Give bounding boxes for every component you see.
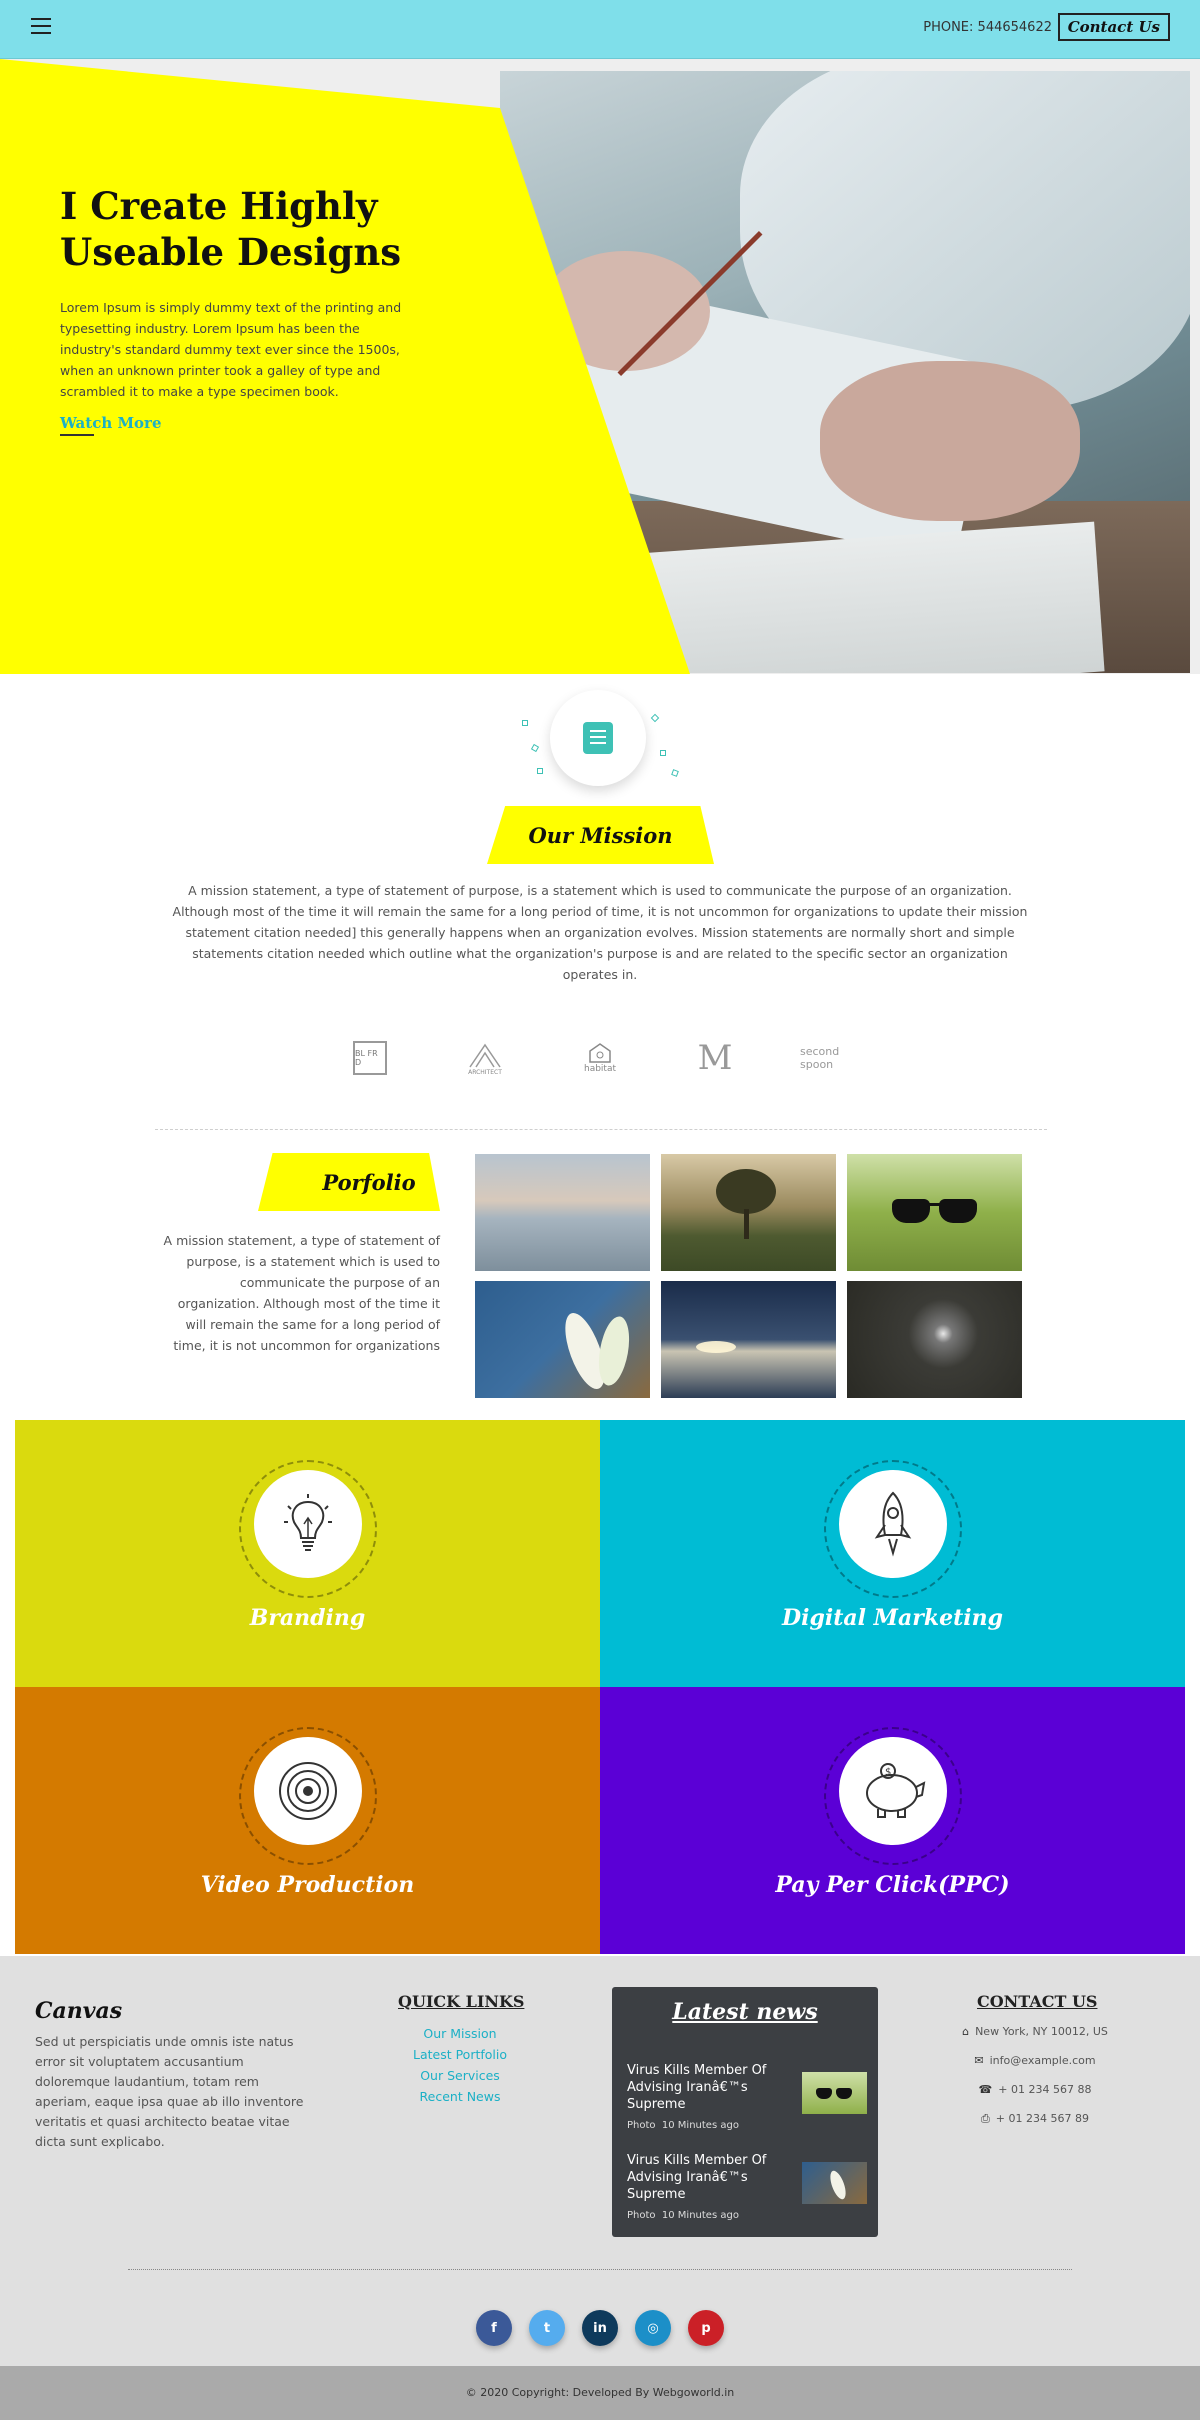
piggy-bank-icon: $: [838, 1737, 947, 1845]
logo-mv-icon: M: [697, 1038, 733, 1078]
news-meta: Photo 10 Minutes ago: [627, 2210, 739, 2221]
facebook-icon[interactable]: f: [476, 2310, 512, 2346]
footer-divider: [128, 2269, 1072, 2270]
contact-us-heading: CONTACT US: [977, 1992, 1098, 2011]
service-ppc[interactable]: $ Pay Per Click(PPC): [600, 1687, 1185, 1954]
logo-blrd-icon: BL FR D: [340, 1035, 400, 1081]
news-item[interactable]: Virus Kills Member Of Advising Iranâ€™s …: [627, 2062, 867, 2142]
top-header: PHONE: 544654622 Contact Us: [0, 0, 1200, 59]
contact-email[interactable]: ✉ info@example.com: [930, 2054, 1140, 2067]
contact-fax: ⎙ + 01 234 567 89: [980, 2112, 1089, 2125]
portfolio-thumb-flowers[interactable]: [475, 1281, 650, 1398]
news-headline[interactable]: Virus Kills Member Of Advising Iranâ€™s …: [627, 2152, 777, 2203]
lightbulb-icon: [253, 1470, 362, 1578]
linkedin-icon[interactable]: in: [582, 2310, 618, 2346]
section-divider: [155, 1129, 1047, 1130]
hero-section: I Create Highly Useable Designs Lorem Ip…: [0, 59, 1200, 674]
latest-news-box: Latest news Virus Kills Member Of Advisi…: [612, 1987, 878, 2237]
portfolio-thumb-sunset-sea[interactable]: [475, 1154, 650, 1271]
portfolio-thumb-moon[interactable]: [847, 1281, 1022, 1398]
pinterest-icon[interactable]: p: [688, 2310, 724, 2346]
latest-news-title: Latest news: [672, 1999, 818, 2025]
quick-link-our-mission[interactable]: Our Mission: [380, 2026, 540, 2041]
portfolio-title: Porfolio: [322, 1169, 416, 1195]
service-video-production[interactable]: Video Production: [15, 1687, 600, 1954]
copyright-bar: © 2020 Copyright: Developed By Webgoworl…: [0, 2366, 1200, 2420]
service-branding[interactable]: Branding: [15, 1420, 600, 1687]
hero-text: Lorem Ipsum is simply dummy text of the …: [60, 300, 402, 399]
watch-more-link[interactable]: Watch More: [60, 414, 162, 436]
mission-tag: Our Mission: [487, 806, 714, 864]
phone-number: 544654622: [977, 20, 1052, 35]
contact-phone: ☎ + 01 234 567 88: [978, 2083, 1092, 2096]
mission-circle: [550, 690, 646, 786]
phone-info: PHONE: 544654622: [923, 20, 1052, 35]
twitter-icon[interactable]: t: [529, 2310, 565, 2346]
footer: Canvas Sed ut perspiciatis unde omnis is…: [0, 1956, 1200, 2366]
portfolio-thumb-night-lake[interactable]: [661, 1281, 836, 1398]
logo-second-spoon-icon: second spoon: [800, 1045, 840, 1071]
quick-link-our-services[interactable]: Our Services: [380, 2068, 540, 2083]
home-icon: ⌂: [962, 2025, 970, 2038]
service-ppc-title: Pay Per Click(PPC): [775, 1872, 1010, 1898]
news-headline[interactable]: Virus Kills Member Of Advising Iranâ€™s …: [627, 2062, 777, 2113]
instagram-icon[interactable]: ◎: [635, 2310, 671, 2346]
contact-us-button[interactable]: Contact Us: [1057, 13, 1170, 41]
mission-title: Our Mission: [528, 822, 673, 848]
footer-brand-title: Canvas: [35, 1998, 123, 2024]
service-digital-marketing-title: Digital Marketing: [782, 1605, 1003, 1631]
copyright-text: © 2020 Copyright: Developed By Webgoworl…: [465, 2386, 735, 2399]
portfolio-text: A mission statement, a type of statement…: [163, 1233, 440, 1353]
hamburger-menu-icon[interactable]: [31, 18, 51, 36]
portfolio-thumb-tree[interactable]: [661, 1154, 836, 1271]
portfolio-tag: Porfolio: [258, 1153, 440, 1211]
news-thumb-flowers[interactable]: [802, 2162, 867, 2204]
quick-links-heading: QUICK LINKS: [398, 1992, 525, 2011]
client-logos: BL FR D ARCHITECT habitat M second spoon: [340, 1035, 870, 1085]
logo-mountain-icon: ARCHITECT: [455, 1035, 515, 1081]
quick-link-latest-portfolio[interactable]: Latest Portfolio: [380, 2047, 540, 2062]
svg-text:$: $: [885, 1767, 891, 1778]
phone-icon: ☎: [978, 2083, 993, 2096]
contact-address: ⌂ New York, NY 10012, US: [962, 2025, 1108, 2038]
service-digital-marketing[interactable]: Digital Marketing: [600, 1420, 1185, 1687]
hero-title: I Create Highly Useable Designs: [60, 184, 402, 274]
portfolio-thumb-sunglasses[interactable]: [847, 1154, 1022, 1271]
logo-habitat-icon: habitat: [570, 1035, 630, 1081]
checklist-icon: [583, 722, 613, 754]
mission-text: A mission statement, a type of statement…: [172, 883, 1028, 982]
rocket-icon: [838, 1470, 947, 1578]
phone-label: PHONE:: [923, 20, 974, 35]
news-thumb-sunglasses[interactable]: [802, 2072, 867, 2114]
quick-link-recent-news[interactable]: Recent News: [380, 2089, 540, 2104]
envelope-icon: ✉: [974, 2054, 984, 2067]
service-video-production-title: Video Production: [200, 1872, 415, 1898]
news-meta: Photo 10 Minutes ago: [627, 2120, 739, 2131]
video-reel-icon: [253, 1737, 362, 1845]
service-branding-title: Branding: [249, 1605, 366, 1631]
printer-icon: ⎙: [980, 2112, 990, 2125]
footer-about-text: Sed ut perspiciatis unde omnis iste natu…: [35, 2034, 304, 2149]
mission-illustration: [512, 690, 692, 800]
news-item[interactable]: Virus Kills Member Of Advising Iranâ€™s …: [627, 2152, 867, 2232]
